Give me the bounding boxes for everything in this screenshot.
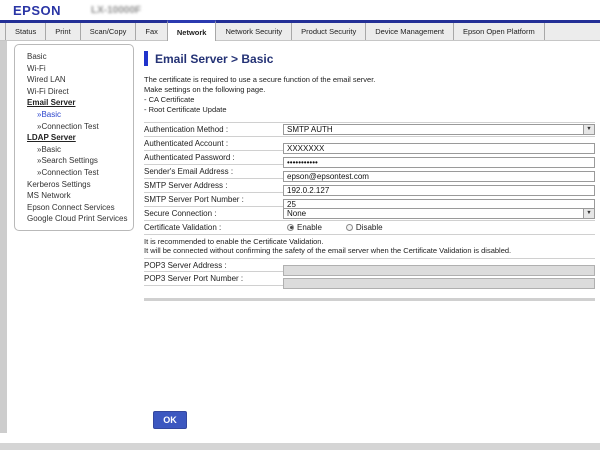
ok-button[interactable]: OK [153,411,187,429]
sidebar-item-email-basic[interactable]: »Basic [15,109,133,121]
field-label: Certificate Validation : [144,223,283,232]
field-label: SMTP Server Port Number : [144,195,283,204]
sidebar-item-ldap-basic[interactable]: »Basic [15,144,133,156]
description-line: Make settings on the following page. [144,85,595,95]
page-title: Email Server > Basic [155,52,273,66]
sidebar-item-basic[interactable]: Basic [15,51,133,63]
description: The certificate is required to use a sec… [144,75,595,115]
field-label: Authentication Method : [144,125,283,134]
form-row-smtp-server-address: SMTP Server Address : [144,179,595,193]
chevron-down-icon[interactable]: ▼ [583,209,594,218]
description-line: - Root Certificate Update [144,105,595,115]
tab-product-security[interactable]: Product Security [291,23,366,40]
form-row-pop3-server-port: POP3 Server Port Number : [144,272,595,286]
sidebar-item-ldap-connection-test[interactable]: »Connection Test [15,167,133,179]
field-label: Authenticated Password : [144,153,283,162]
form-row-pop3-server-address: POP3 Server Address : [144,258,595,272]
form-row-authenticated-password: Authenticated Password : [144,151,595,165]
tab-fax[interactable]: Fax [135,23,168,40]
secure-connection-ctrl: None ▼ [283,208,595,219]
authentication-method-select[interactable]: SMTP AUTH [283,124,595,135]
tab-scan-copy[interactable]: Scan/Copy [80,23,137,40]
form-bottom-divider [144,298,595,301]
note-line: It is recommended to enable the Certific… [144,237,595,246]
radio-unchecked-icon[interactable] [346,224,353,231]
tab-network-security[interactable]: Network Security [215,23,292,40]
sidebar-item-ldap-search-settings[interactable]: »Search Settings [15,155,133,167]
title-row: Email Server > Basic [144,51,595,66]
app-header: EPSON LX-10000F [0,0,600,20]
bottom-edge-strip [0,443,600,450]
main-panel: Email Server > Basic The certificate is … [144,51,595,301]
radio-label: Enable [297,223,322,232]
epson-logo: EPSON [13,3,61,18]
pop3-server-port-input [283,278,595,289]
left-edge-strip [0,41,7,433]
radio-disable[interactable]: Disable [346,223,383,232]
authentication-method-ctrl: SMTP AUTH ▼ [283,124,595,135]
tab-status[interactable]: Status [5,23,46,40]
content-area: Basic Wi-Fi Wired LAN Wi-Fi Direct Email… [0,41,600,443]
form-row-senders-email-address: Sender's Email Address : [144,165,595,179]
field-label: Secure Connection : [144,209,283,218]
tab-device-management[interactable]: Device Management [365,23,454,40]
field-label: SMTP Server Address : [144,181,283,190]
note-line: It will be connected without confirming … [144,246,595,255]
sidebar-item-wired-lan[interactable]: Wired LAN [15,74,133,86]
sidebar-nav: Basic Wi-Fi Wired LAN Wi-Fi Direct Email… [14,44,134,231]
sidebar-item-kerberos-settings[interactable]: Kerberos Settings [15,179,133,191]
sidebar-item-email-connection-test[interactable]: »Connection Test [15,121,133,133]
certificate-validation-radios: Enable Disable [283,222,383,233]
form-row-secure-connection: Secure Connection : None ▼ [144,207,595,221]
form-row-authentication-method: Authentication Method : SMTP AUTH ▼ [144,123,595,137]
field-label: Sender's Email Address : [144,167,283,176]
radio-checked-icon[interactable] [287,224,294,231]
field-label: Authenticated Account : [144,139,283,148]
secure-connection-select[interactable]: None [283,208,595,219]
certificate-validation-note: It is recommended to enable the Certific… [144,235,595,259]
radio-label: Disable [356,223,383,232]
radio-enable[interactable]: Enable [287,223,322,232]
sidebar-item-ms-network[interactable]: MS Network [15,190,133,202]
sidebar-section-ldap-server[interactable]: LDAP Server [15,132,133,144]
printer-model-label: LX-10000F [91,5,141,16]
tab-network[interactable]: Network [167,20,217,41]
form-row-smtp-server-port: SMTP Server Port Number : [144,193,595,207]
form-row-authenticated-account: Authenticated Account : [144,137,595,151]
form-row-certificate-validation: Certificate Validation : Enable Disable [144,221,595,235]
description-line: The certificate is required to use a sec… [144,75,595,85]
tab-bar: Status Print Scan/Copy Fax Network Netwo… [0,23,600,41]
description-line: - CA Certificate [144,95,595,105]
sidebar-item-wifi-direct[interactable]: Wi-Fi Direct [15,86,133,98]
title-accent-bar [144,51,148,66]
tab-epson-open-platform[interactable]: Epson Open Platform [453,23,545,40]
field-label: POP3 Server Address : [144,261,283,270]
tab-print[interactable]: Print [45,23,80,40]
sidebar-item-google-cloud-print-services[interactable]: Google Cloud Print Services [15,213,133,225]
web-config-page: EPSON LX-10000F Status Print Scan/Copy F… [0,0,600,450]
chevron-down-icon[interactable]: ▼ [583,125,594,134]
sidebar-item-wifi[interactable]: Wi-Fi [15,63,133,75]
sidebar-section-email-server[interactable]: Email Server [15,97,133,109]
field-label: POP3 Server Port Number : [144,274,283,283]
email-server-form: Authentication Method : SMTP AUTH ▼ Auth… [144,122,595,302]
sidebar-item-epson-connect-services[interactable]: Epson Connect Services [15,202,133,214]
